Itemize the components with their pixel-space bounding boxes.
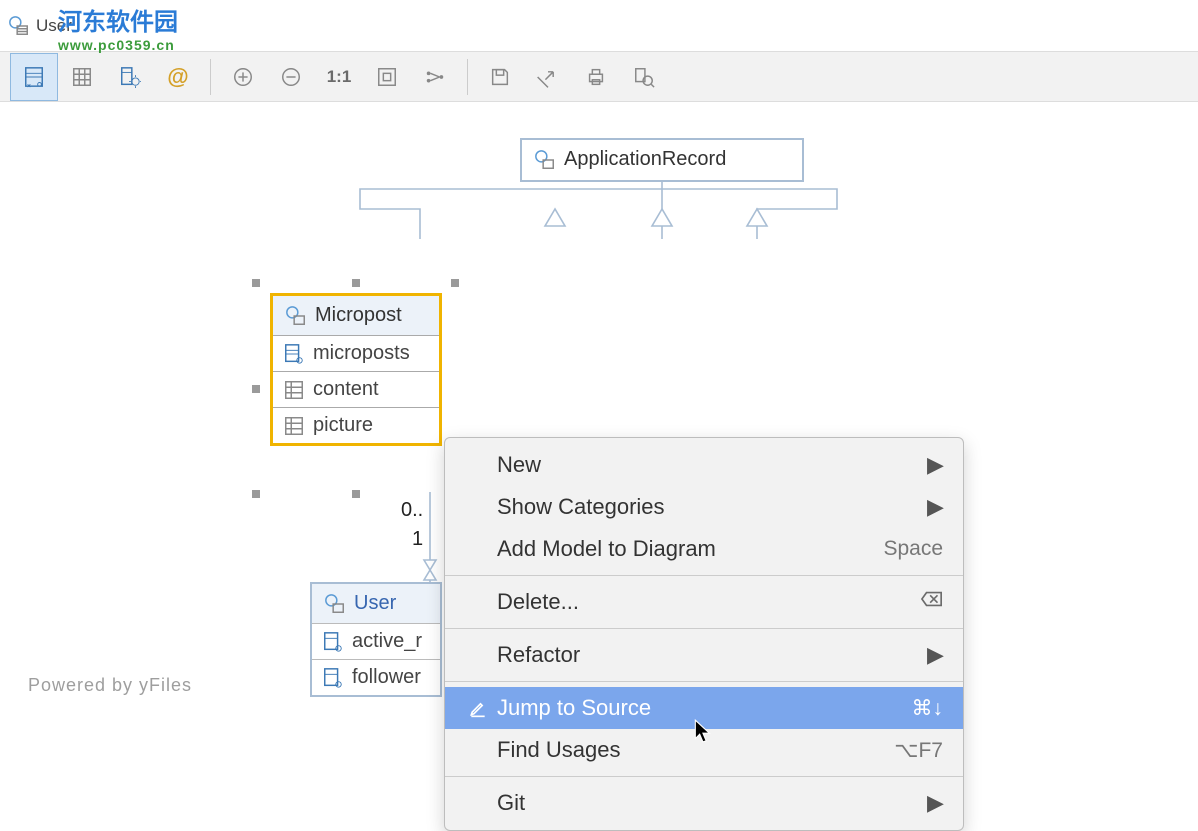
- menu-refactor[interactable]: Refactor▶: [445, 634, 963, 676]
- toolbar-settings[interactable]: [106, 53, 154, 101]
- micropost-row[interactable]: microposts: [273, 335, 439, 371]
- menu-new[interactable]: New▶: [445, 444, 963, 486]
- search-button[interactable]: [620, 53, 668, 101]
- layout-button[interactable]: [411, 53, 459, 101]
- cardinality-top: 0..: [401, 499, 423, 522]
- class-icon: [8, 15, 30, 37]
- zoom-in-button[interactable]: [219, 53, 267, 101]
- tab-title: User: [36, 16, 72, 36]
- micropost-row[interactable]: picture: [273, 407, 439, 443]
- watermark: 河东软件园 www.pc0359.cn: [58, 2, 178, 53]
- edit-icon: [463, 698, 493, 718]
- menu-add-model[interactable]: Add Model to DiagramSpace: [445, 528, 963, 570]
- export-button[interactable]: [524, 53, 572, 101]
- node-label: Micropost: [315, 304, 402, 327]
- powered-by-label: Powered by yFiles: [28, 675, 192, 696]
- print-button[interactable]: [572, 53, 620, 101]
- titlebar: User 河东软件园 www.pc0359.cn: [0, 0, 1198, 52]
- context-menu: New▶ Show Categories▶ Add Model to Diagr…: [444, 437, 964, 831]
- node-applicationrecord[interactable]: ApplicationRecord: [520, 138, 804, 182]
- user-row[interactable]: active_r: [312, 623, 440, 659]
- table-icon: [283, 343, 305, 365]
- table-icon: [322, 667, 344, 689]
- selection-handle[interactable]: [252, 385, 260, 393]
- toolbar-view1[interactable]: [10, 53, 58, 101]
- mouse-cursor: [693, 718, 715, 744]
- zoom-out-button[interactable]: [267, 53, 315, 101]
- diagram-canvas[interactable]: ApplicationRecord Micropost microposts c…: [0, 102, 1198, 758]
- user-row[interactable]: follower: [312, 659, 440, 695]
- table-icon: [322, 631, 344, 653]
- menu-separator: [445, 628, 963, 629]
- zoom-11-button[interactable]: 1:1: [315, 53, 363, 101]
- toolbar-grid[interactable]: [58, 53, 106, 101]
- selection-handle[interactable]: [352, 490, 360, 498]
- menu-separator: [445, 776, 963, 777]
- node-user[interactable]: User active_r follower: [310, 582, 442, 697]
- menu-separator: [445, 681, 963, 682]
- separator: [210, 59, 211, 95]
- menu-delete[interactable]: Delete...: [445, 581, 963, 623]
- toolbar: @ 1:1: [0, 52, 1198, 102]
- menu-git[interactable]: Git▶: [445, 782, 963, 824]
- save-button[interactable]: [476, 53, 524, 101]
- delete-icon: [921, 590, 943, 614]
- selection-handle[interactable]: [252, 490, 260, 498]
- selection-handle[interactable]: [252, 279, 260, 287]
- menu-show-categories[interactable]: Show Categories▶: [445, 486, 963, 528]
- node-micropost[interactable]: Micropost microposts content picture: [270, 293, 442, 446]
- toolbar-at[interactable]: @: [154, 53, 202, 101]
- selection-handle[interactable]: [352, 279, 360, 287]
- fit-button[interactable]: [363, 53, 411, 101]
- separator: [467, 59, 468, 95]
- menu-separator: [445, 575, 963, 576]
- class-icon: [324, 593, 346, 615]
- cardinality-bottom: 1: [412, 528, 423, 551]
- grid-icon: [283, 379, 305, 401]
- node-label: ApplicationRecord: [564, 148, 726, 171]
- node-label: User: [354, 592, 396, 615]
- micropost-row[interactable]: content: [273, 371, 439, 407]
- class-icon: [285, 305, 307, 327]
- grid-icon: [283, 415, 305, 437]
- class-icon: [534, 149, 556, 171]
- selection-handle[interactable]: [451, 279, 459, 287]
